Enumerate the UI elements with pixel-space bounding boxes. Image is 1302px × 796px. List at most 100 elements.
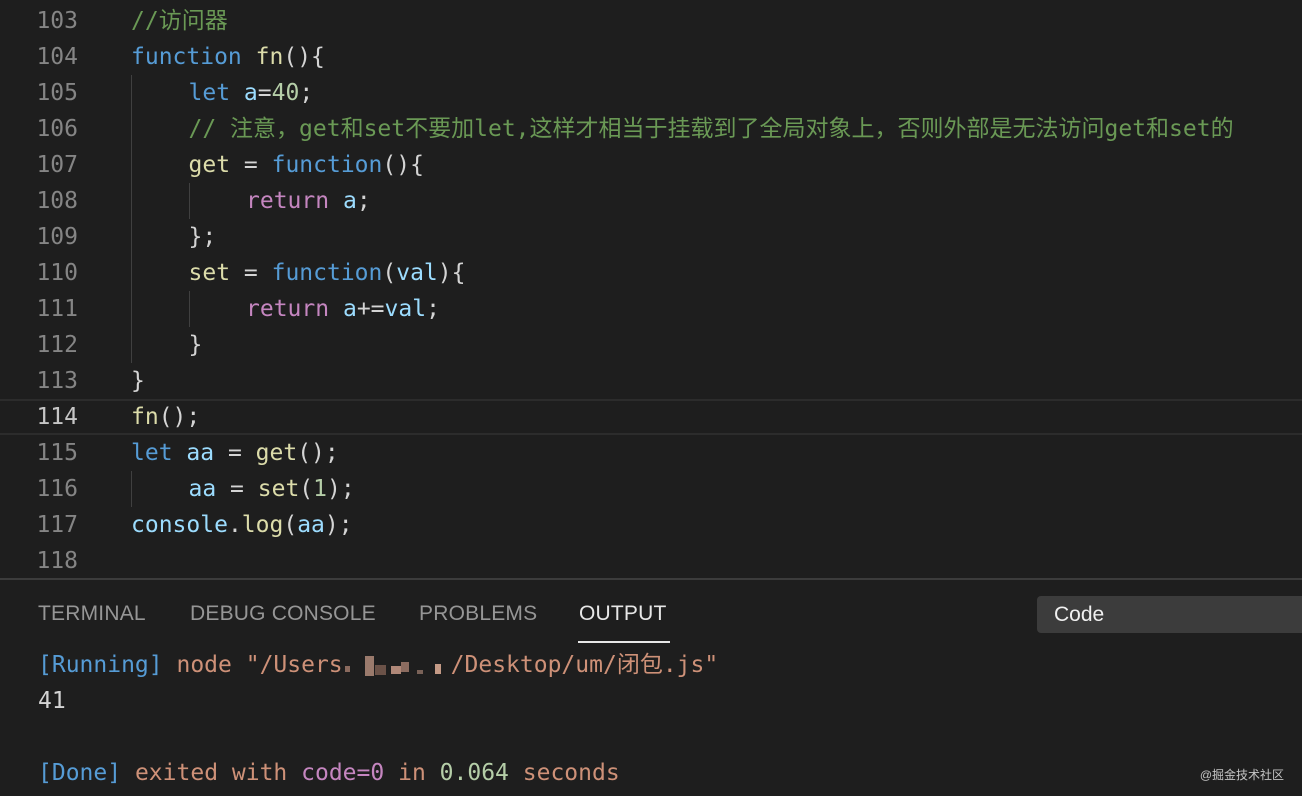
exit-code: code=0 — [301, 760, 385, 786]
output-running-line: [Running] node "/Users/Desktop/um/闭包.js" — [38, 647, 718, 683]
code-line[interactable]: 110 set = function(val){ — [0, 255, 1302, 291]
code-line[interactable]: 116 aa = set(1); — [0, 471, 1302, 507]
line-number: 114 — [36, 404, 78, 430]
code-token: = — [230, 260, 272, 286]
line-number: 106 — [36, 116, 78, 142]
redacted-username — [343, 654, 451, 678]
code-token: }; — [188, 224, 217, 250]
command-prefix: node "/Users — [176, 652, 343, 678]
seconds-text: seconds — [522, 760, 620, 786]
in-text: in — [398, 760, 426, 786]
running-tag: [Running] — [38, 652, 163, 678]
line-number: 109 — [36, 224, 78, 250]
exited-text: exited with — [134, 760, 288, 786]
code-token: = — [214, 440, 256, 466]
code-token: log — [241, 512, 284, 538]
code-line[interactable]: 113} — [0, 363, 1302, 399]
line-number: 103 — [36, 8, 78, 34]
code-token: . — [227, 512, 242, 538]
code-line[interactable]: 115 let aa = get(); — [0, 435, 1302, 471]
code-token: get — [188, 152, 231, 178]
indent-guide — [188, 183, 190, 219]
done-tag: [Done] — [38, 760, 122, 786]
code-token: val — [384, 296, 427, 322]
output-result: 41 — [38, 688, 66, 714]
code-line[interactable]: 112} — [0, 327, 1302, 363]
active-tab-indicator — [578, 641, 670, 643]
indent-guide — [131, 147, 132, 183]
code-token: a — [243, 80, 258, 106]
code-token: aa — [186, 440, 215, 466]
code-token: = — [216, 476, 258, 502]
line-number: 108 — [36, 188, 78, 214]
line-content: let aa = get(); — [131, 435, 339, 471]
code-line[interactable]: 117 console.log(aa); — [0, 507, 1302, 543]
code-line[interactable]: 104 function fn(){ — [0, 39, 1302, 75]
code-token: (); — [158, 404, 201, 430]
elapsed-seconds: 0.064 — [439, 760, 509, 786]
code-token: ; — [299, 80, 314, 106]
code-line[interactable]: 114 fn(); — [0, 399, 1302, 435]
code-line[interactable]: 118 — [0, 543, 1302, 578]
tab-problems[interactable]: PROBLEMS — [419, 602, 537, 626]
line-number: 107 — [36, 152, 78, 178]
code-token: 1 — [313, 476, 328, 502]
code-token: set — [257, 476, 300, 502]
line-content: console.log(aa); — [131, 507, 353, 543]
code-line[interactable]: 106 // 注意，get和set不要加let,这样才相当于挂载到了全局对象上，否… — [0, 111, 1302, 147]
code-line[interactable]: 111 return a+=val; — [0, 291, 1302, 327]
indent-guide — [188, 291, 190, 327]
code-token: let — [131, 440, 173, 466]
code-token: fn — [255, 44, 284, 70]
indent-guide — [131, 255, 132, 291]
line-number: 105 — [36, 80, 78, 106]
code-line[interactable]: 103 //访问器 — [0, 3, 1302, 39]
code-token: ( — [382, 260, 397, 286]
code-token: function — [271, 152, 383, 178]
tab-terminal[interactable]: TERMINAL — [38, 602, 146, 626]
line-content: aa = set(1); — [189, 471, 355, 507]
code-token: fn — [131, 404, 159, 430]
code-token: += — [356, 296, 385, 322]
output-channel-select[interactable]: Code — [1037, 596, 1302, 633]
code-token: console — [131, 512, 228, 538]
tab-output[interactable]: OUTPUT — [579, 602, 667, 626]
code-token: ); — [327, 476, 355, 502]
code-token: return — [246, 188, 330, 214]
code-token: ( — [299, 476, 314, 502]
line-content: return a; — [246, 183, 371, 219]
code-token: // 注意，get和set不要加let,这样才相当于挂载到了全局对象上，否则外部… — [188, 116, 1234, 142]
code-token: function — [271, 260, 383, 286]
output-done-line: [Done] exited with code=0 in 0.064 secon… — [38, 755, 620, 791]
line-content: set = function(val){ — [189, 255, 466, 291]
line-content: } — [189, 327, 203, 363]
indent-guide — [131, 219, 132, 255]
indent-guide — [131, 111, 132, 147]
code-line[interactable]: 108 return a; — [0, 183, 1302, 219]
code-token: ; — [426, 296, 440, 322]
code-token: aa — [297, 512, 325, 538]
line-content: get = function(){ — [189, 147, 424, 183]
code-token: a — [342, 296, 357, 322]
line-number: 111 — [36, 296, 78, 322]
line-number: 117 — [36, 512, 78, 538]
code-token: ; — [356, 188, 371, 214]
code-token: 40 — [271, 80, 300, 106]
line-number: 115 — [36, 440, 78, 466]
code-token: a — [342, 188, 357, 214]
code-line[interactable]: 105 let a=40; — [0, 75, 1302, 111]
command-suffix: /Desktop/um/闭包.js" — [450, 652, 719, 678]
code-token: set — [188, 260, 231, 286]
code-editor[interactable]: 103//访问器 104 function fn(){ 105 let a = 40; 106… — [0, 0, 1302, 578]
line-content: }; — [189, 219, 217, 255]
code-line[interactable]: 109}; — [0, 219, 1302, 255]
code-token: val — [396, 260, 438, 286]
line-number: 110 — [36, 260, 78, 286]
code-token: let — [188, 80, 231, 106]
tab-debug-console[interactable]: DEBUG CONSOLE — [190, 602, 376, 626]
code-line[interactable]: 107 get = function(){ — [0, 147, 1302, 183]
code-token: return — [246, 296, 330, 322]
